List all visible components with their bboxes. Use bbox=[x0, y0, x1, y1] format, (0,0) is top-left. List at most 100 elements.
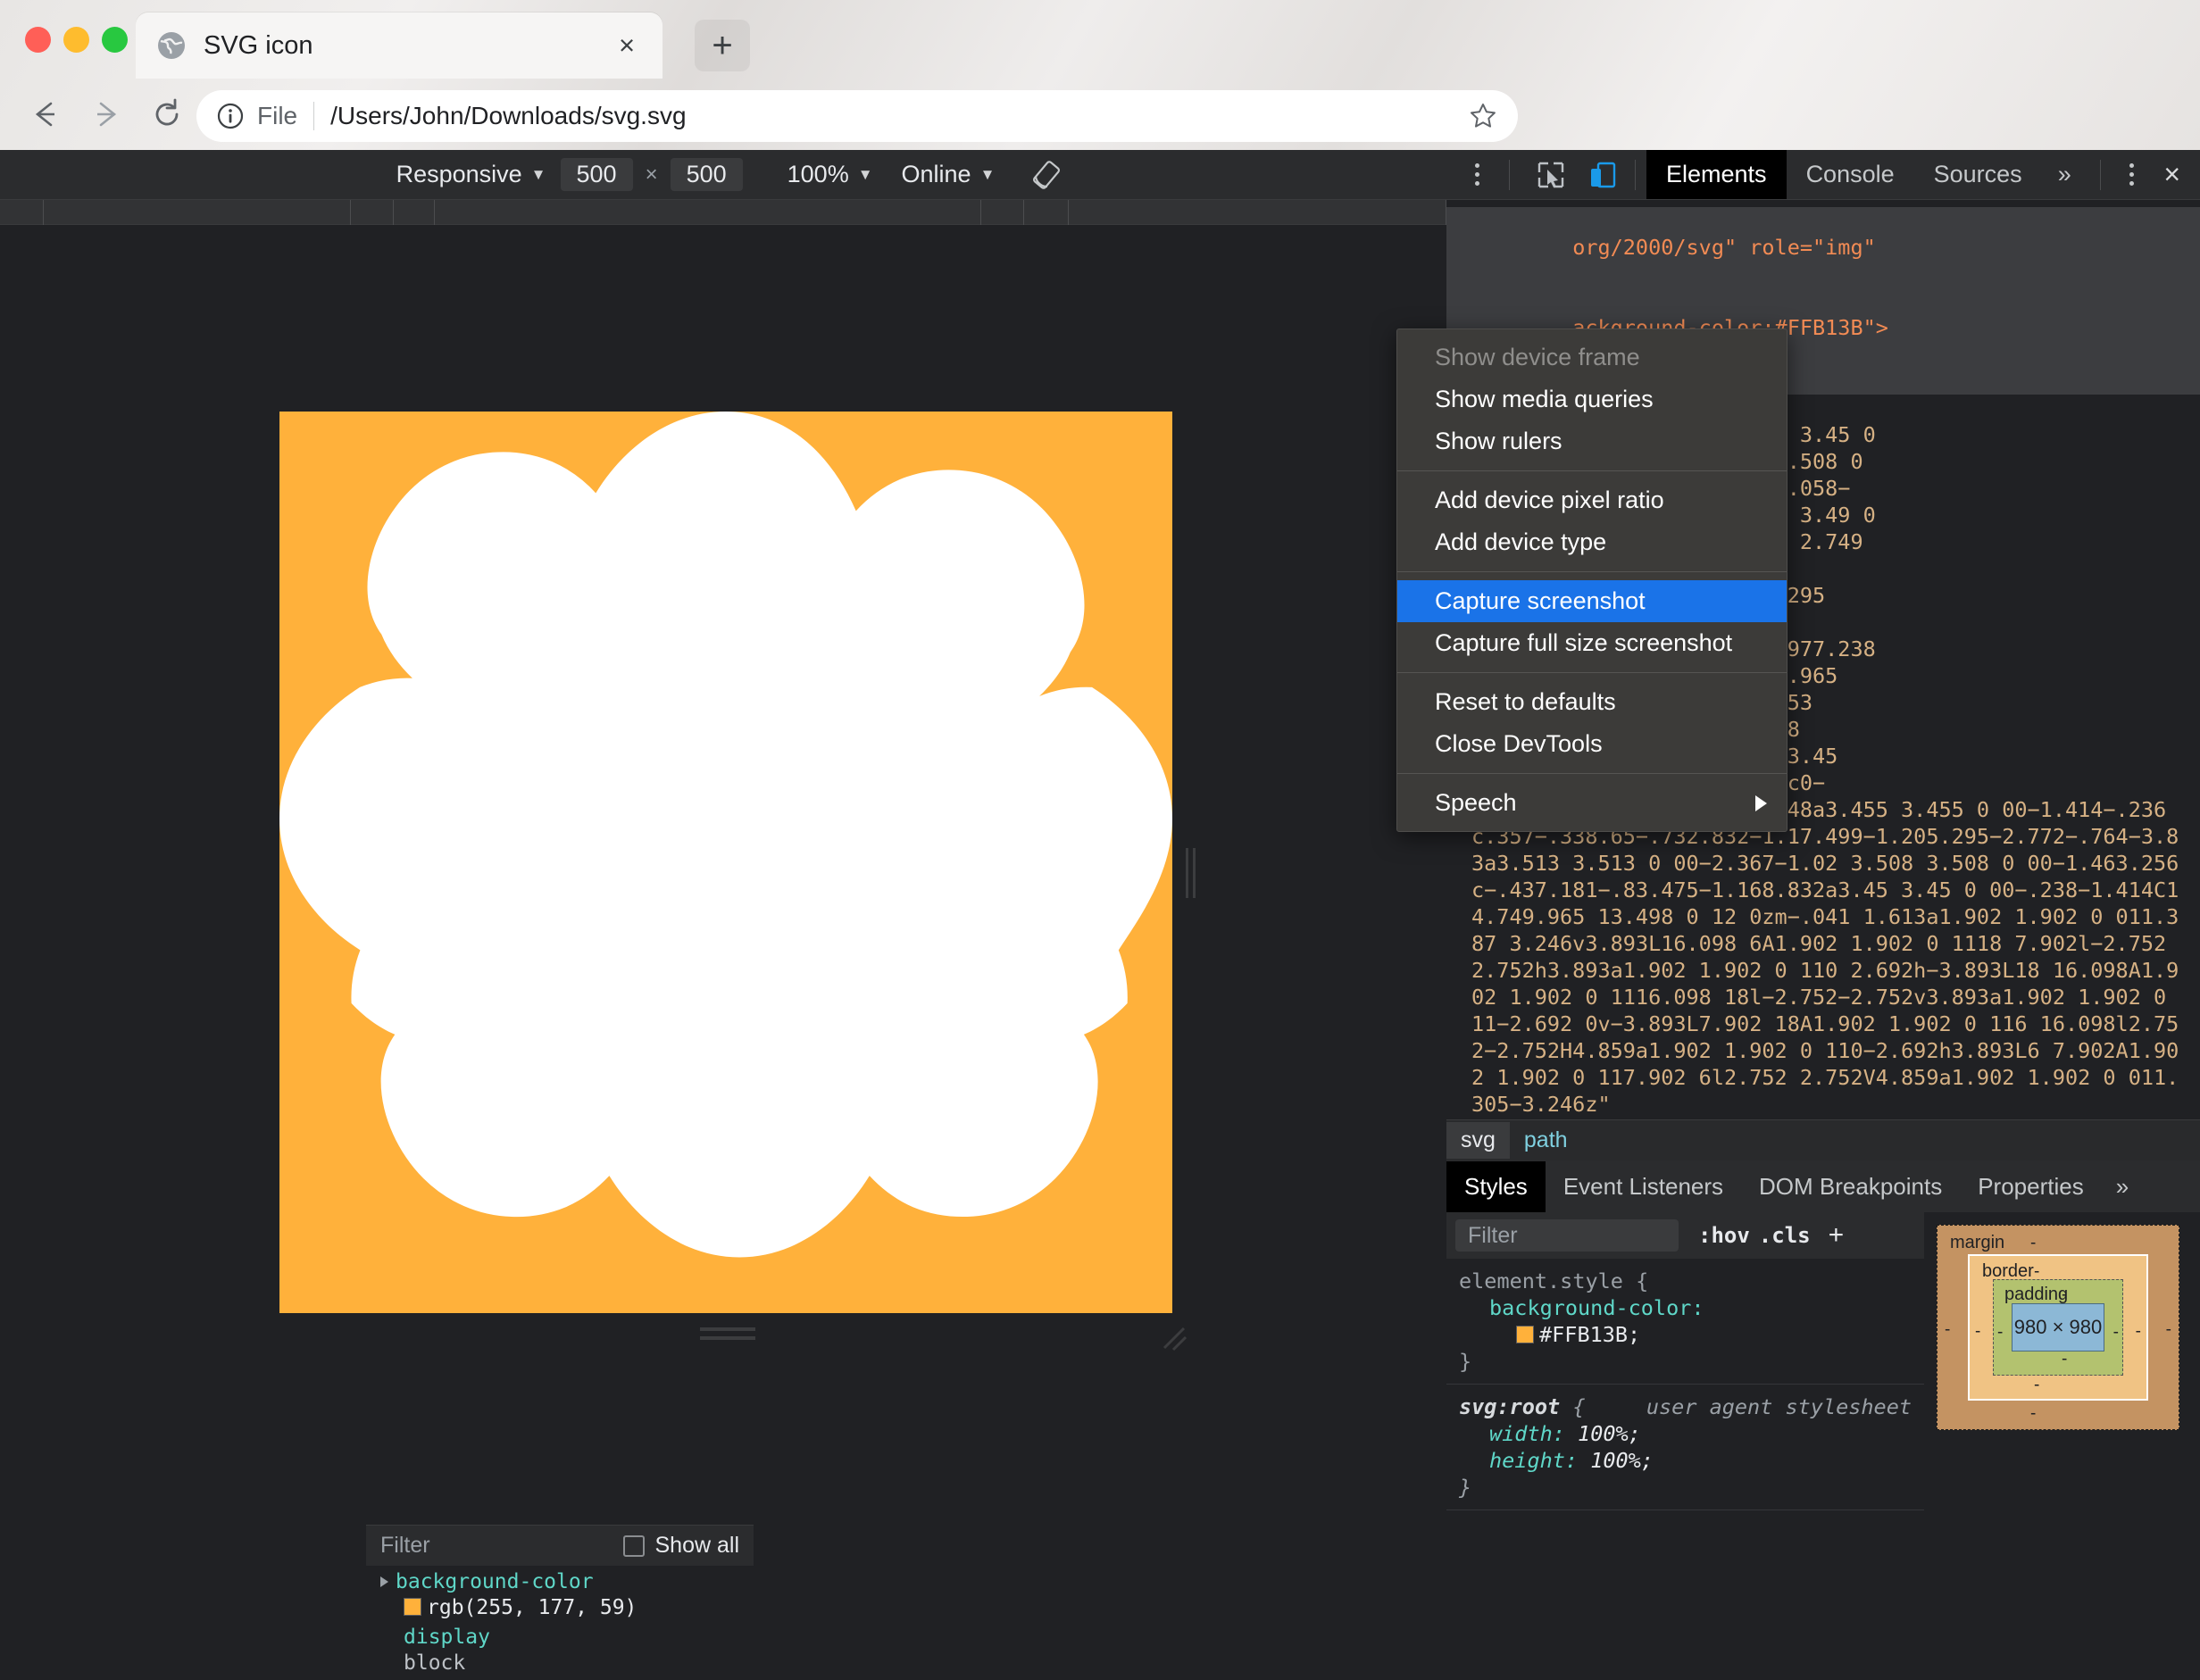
color-swatch[interactable] bbox=[404, 1598, 421, 1616]
zoom-selector[interactable]: 100% ▼ bbox=[773, 161, 888, 188]
new-tab-button[interactable]: + bbox=[695, 20, 750, 71]
close-window-button[interactable] bbox=[25, 27, 51, 53]
menu-item-capture-full-size-screenshot[interactable]: Capture full size screenshot bbox=[1397, 622, 1787, 664]
menu-item-add-device-pixel-ratio[interactable]: Add device pixel ratio bbox=[1397, 479, 1787, 521]
box-model-margin-top[interactable]: - bbox=[2030, 1234, 2036, 1253]
chevron-down-icon: ▼ bbox=[980, 166, 996, 184]
viewport-resize-handle-right[interactable] bbox=[1180, 841, 1200, 905]
expand-triangle-icon[interactable] bbox=[380, 1576, 388, 1587]
box-model-margin-left[interactable]: - bbox=[1945, 1320, 1950, 1340]
menu-item-close-devtools[interactable]: Close DevTools bbox=[1397, 723, 1787, 765]
toggle-device-toolbar-icon[interactable] bbox=[1581, 154, 1624, 196]
box-model-diagram: margin - - - - border - - - - padding bbox=[1937, 1225, 2179, 1430]
show-all-checkbox[interactable] bbox=[623, 1535, 645, 1557]
more-sidebar-tabs-icon[interactable]: » bbox=[2102, 1173, 2143, 1201]
box-model-padding-bottom[interactable]: - bbox=[2062, 1350, 2067, 1369]
menu-separator bbox=[1397, 672, 1787, 673]
menu-item-show-media-queries[interactable]: Show media queries bbox=[1397, 378, 1787, 420]
tab-elements[interactable]: Elements bbox=[1646, 150, 1787, 199]
reload-button[interactable] bbox=[143, 90, 191, 138]
rule-selector: svg:root bbox=[1459, 1394, 1560, 1419]
box-model-content[interactable]: 980 × 980 bbox=[2012, 1303, 2104, 1351]
menu-item-add-device-type[interactable]: Add device type bbox=[1397, 521, 1787, 563]
tab-sources[interactable]: Sources bbox=[1914, 150, 2042, 199]
rule-value[interactable]: #FFB13B; bbox=[1539, 1322, 1640, 1347]
viewport-width-input[interactable]: 500 bbox=[561, 158, 633, 191]
show-all-toggle[interactable]: Show all bbox=[623, 1533, 740, 1559]
box-model-margin-right[interactable]: - bbox=[2166, 1320, 2171, 1340]
color-swatch[interactable] bbox=[1516, 1326, 1534, 1343]
throttling-selector[interactable]: Online ▼ bbox=[888, 161, 1010, 188]
minimize-window-button[interactable] bbox=[63, 27, 89, 53]
tab-properties[interactable]: Properties bbox=[1960, 1161, 2102, 1212]
box-model-pane: margin - - - - border - - - - padding bbox=[1924, 1212, 2200, 1564]
rule-property[interactable]: background-color: bbox=[1489, 1295, 1704, 1320]
star-icon[interactable] bbox=[1468, 101, 1498, 131]
style-rule-user-agent[interactable]: svg:root user agent stylesheet { width: … bbox=[1446, 1385, 1924, 1510]
computed-property-row[interactable]: background-color rgb(255, 177, 59) bbox=[366, 1566, 754, 1625]
tab-console[interactable]: Console bbox=[1787, 150, 1914, 199]
computed-property-value: rgb(255, 177, 59) bbox=[427, 1596, 637, 1619]
devtools-main-menu-button[interactable] bbox=[2112, 154, 2151, 196]
computed-property-name: background-color bbox=[396, 1570, 594, 1593]
box-model-margin-label: margin bbox=[1950, 1233, 2004, 1253]
box-model-margin-bottom[interactable]: - bbox=[2030, 1404, 2036, 1424]
browser-tab[interactable]: SVG icon × bbox=[136, 12, 662, 79]
computed-property-row[interactable]: display block bbox=[366, 1625, 754, 1680]
box-model-padding-right[interactable]: - bbox=[2113, 1323, 2119, 1343]
menu-item-show-rulers[interactable]: Show rulers bbox=[1397, 420, 1787, 462]
styles-pane: Filter :hov .cls + element.style { backg… bbox=[1446, 1212, 2200, 1564]
menu-item-capture-screenshot[interactable]: Capture screenshot bbox=[1397, 580, 1787, 622]
box-model-border[interactable]: border - - - - padding - - - - 98 bbox=[1968, 1254, 2148, 1401]
new-style-rule-button[interactable]: + bbox=[1829, 1220, 1845, 1251]
eight-petal-flower-icon bbox=[279, 412, 1172, 1313]
breadcrumb-item-svg[interactable]: svg bbox=[1446, 1122, 1510, 1159]
devtools-panel-tabbar: Elements Console Sources » × bbox=[1446, 150, 2200, 200]
device-selector[interactable]: Responsive ▼ bbox=[382, 161, 561, 188]
box-model-padding[interactable]: padding - - - - 980 × 980 bbox=[1993, 1279, 2123, 1376]
device-emulation-toolbar: Responsive ▼ 500 × 500 100% ▼ Online ▼ bbox=[0, 150, 1446, 200]
show-all-label: Show all bbox=[655, 1533, 740, 1559]
device-selector-label: Responsive bbox=[396, 161, 522, 188]
box-model-padding-top[interactable]: - bbox=[2062, 1285, 2067, 1305]
tab-event-listeners[interactable]: Event Listeners bbox=[1546, 1161, 1741, 1212]
tab-dom-breakpoints[interactable]: DOM Breakpoints bbox=[1741, 1161, 1960, 1212]
box-model-border-right[interactable]: - bbox=[2136, 1322, 2141, 1342]
maximize-window-button[interactable] bbox=[102, 27, 128, 53]
rule-close-brace: } bbox=[1459, 1475, 1471, 1500]
window-traffic-lights bbox=[25, 27, 128, 53]
box-model-border-bottom[interactable]: - bbox=[2034, 1376, 2039, 1395]
menu-item-reset-to-defaults[interactable]: Reset to defaults bbox=[1397, 681, 1787, 723]
force-state-button[interactable]: :hov bbox=[1698, 1223, 1750, 1248]
menu-separator bbox=[1397, 773, 1787, 774]
rotate-device-icon[interactable] bbox=[1029, 157, 1064, 193]
element-classes-button[interactable]: .cls bbox=[1759, 1223, 1811, 1248]
box-model-border-left[interactable]: - bbox=[1975, 1322, 1980, 1342]
forward-button[interactable] bbox=[82, 90, 130, 138]
address-bar[interactable]: File /Users/John/Downloads/svg.svg bbox=[196, 90, 1518, 142]
back-button[interactable] bbox=[21, 90, 70, 138]
menu-item-speech[interactable]: Speech bbox=[1397, 782, 1787, 824]
close-tab-button[interactable]: × bbox=[611, 29, 643, 62]
menu-item-speech-label: Speech bbox=[1435, 789, 1517, 816]
computed-filter-input[interactable]: Filter bbox=[380, 1533, 430, 1559]
inspect-element-icon[interactable] bbox=[1529, 154, 1572, 196]
box-model-padding-left[interactable]: - bbox=[1997, 1323, 2003, 1343]
viewport-resize-handle-bottom[interactable] bbox=[700, 1325, 755, 1343]
dom-selected-node[interactable]: org/2000/svg" role="img" bbox=[1446, 207, 2200, 287]
rule-property: height: bbox=[1489, 1448, 1578, 1473]
computed-toolbar: Filter Show all bbox=[366, 1525, 754, 1566]
rule-value: 100%; bbox=[1590, 1448, 1654, 1473]
style-rule-element-style[interactable]: element.style { background-color: #FFB13… bbox=[1446, 1259, 1924, 1385]
device-toolbar-options-kebab[interactable] bbox=[1457, 154, 1496, 196]
more-panels-icon[interactable]: » bbox=[2042, 161, 2088, 188]
styles-filter-input[interactable]: Filter bbox=[1455, 1219, 1679, 1252]
viewport-height-input[interactable]: 500 bbox=[671, 158, 743, 191]
viewport-resize-handle-corner[interactable] bbox=[1157, 1321, 1193, 1353]
breadcrumb-item-path[interactable]: path bbox=[1510, 1122, 1582, 1159]
info-circle-icon[interactable] bbox=[216, 102, 245, 130]
box-model-margin[interactable]: margin - - - - border - - - - padding bbox=[1937, 1225, 2179, 1430]
tab-styles[interactable]: Styles bbox=[1446, 1161, 1546, 1212]
close-devtools-button[interactable]: × bbox=[2151, 158, 2200, 191]
more-options-icon[interactable] bbox=[1455, 154, 1498, 196]
